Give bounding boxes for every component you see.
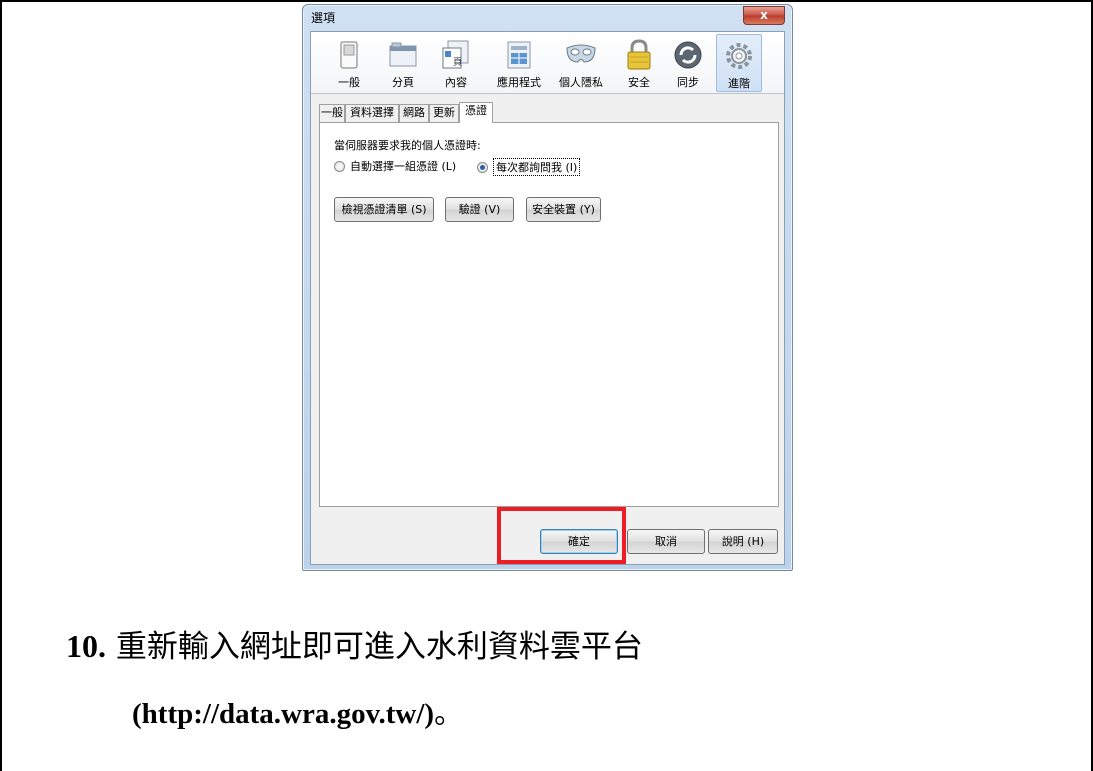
certificates-panel: 當伺服器要求我的個人憑證時: 自動選擇一組憑證 (L) 每次都詢問我 (I) 檢… [319,122,779,507]
help-button[interactable]: 說明 (H) [708,529,778,554]
tabs-window-icon [389,42,417,67]
dialog-client-area: 一般 分頁 頁 內容 應用程式 個人隱私 安全 同步 進階 一般 資料選擇 網路… [310,31,785,565]
tab-certificates[interactable]: 憑證 [459,102,493,123]
toolbar-item-security[interactable]: 安全 [619,34,659,92]
radio-auto-label: 自動選擇一組憑證 (L) [350,160,457,173]
toolbar-item-general[interactable]: 一般 [329,34,369,92]
padlock-icon [627,39,651,70]
cancel-button[interactable]: 取消 [627,529,705,554]
svg-text:頁: 頁 [453,57,462,68]
step-number: 10. [66,628,106,664]
platform-url: (http://data.wra.gov.tw/) [132,698,435,730]
category-toolbar: 一般 分頁 頁 內容 應用程式 個人隱私 安全 同步 進階 [311,32,784,94]
instruction-url-line: (http://data.wra.gov.tw/)。 [132,690,463,732]
view-certificates-button[interactable]: 檢視憑證清單 (S) [334,197,434,222]
toolbar-item-privacy[interactable]: 個人隱私 [553,34,609,92]
tab-network[interactable]: 網路 [399,104,429,122]
tab-update[interactable]: 更新 [429,104,459,122]
ok-button-highlight-annotation [497,507,626,564]
toolbar-item-tabs[interactable]: 分頁 [383,34,423,92]
toolbar-item-sync[interactable]: 同步 [668,34,708,92]
toolbar-item-advanced[interactable]: 進階 [716,34,762,92]
sync-icon [674,41,702,69]
radio-button-selected[interactable] [477,161,488,173]
switch-icon [340,41,358,69]
certificate-prompt: 當伺服器要求我的個人憑證時: [334,139,481,152]
security-devices-button[interactable]: 安全裝置 (Y) [526,197,601,222]
step-text: 重新輸入網址即可進入水利資料雲平台 [115,629,643,665]
content-page-icon: 頁 [442,40,469,69]
tab-data-choices[interactable]: 資料選擇 [345,104,399,122]
toolbar-item-content[interactable]: 頁 內容 [434,34,478,92]
validation-button[interactable]: 驗證 (V) [445,197,514,222]
tab-general[interactable]: 一般 [319,104,345,122]
url-period: 。 [434,696,464,730]
applications-icon [507,41,531,69]
radio-ask-label: 每次都詢問我 (I) [493,158,581,176]
title-bar[interactable]: 選項 x [303,5,792,31]
toolbar-item-applications[interactable]: 應用程式 [491,34,547,92]
privacy-mask-icon [566,44,596,63]
instruction-step: 10. 重新輸入網址即可進入水利資料雲平台 [66,621,643,666]
radio-auto-select[interactable]: 自動選擇一組憑證 (L) [334,158,456,174]
radio-ask-every-time[interactable]: 每次都詢問我 (I) [477,158,581,176]
window-title: 選項 [311,11,336,25]
gear-icon [726,43,752,69]
close-button[interactable]: x [743,6,785,25]
options-dialog: 選項 x 一般 分頁 頁 內容 應用程式 個人隱私 安全 同步 進階 一般 資料… [302,4,793,571]
radio-button[interactable] [334,160,345,172]
